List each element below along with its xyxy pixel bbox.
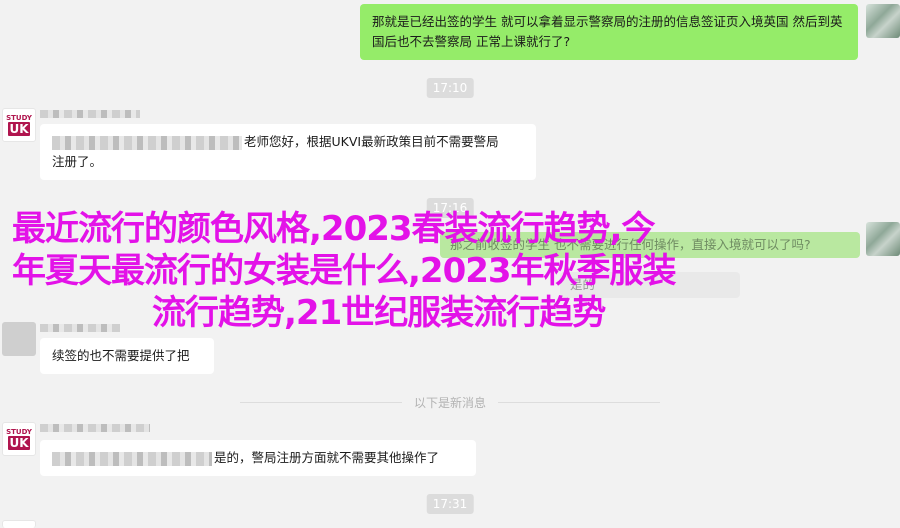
avatar-brand-text: STUDY — [6, 114, 32, 122]
message-bubble-other[interactable]: 是的，警局注册方面就不需要其他操作了 — [40, 440, 476, 476]
divider-line — [498, 401, 661, 403]
message-text-line2: 注册了。 — [52, 154, 103, 169]
overlay-line-3: 流行趋势,21世纪服装流行趋势 — [152, 293, 606, 333]
self-avatar[interactable] — [866, 4, 900, 38]
avatar-brand-mark: UK — [8, 436, 30, 450]
timestamp: 17:10 — [426, 78, 474, 98]
message-text: 是的，警局注册方面就不需要其他操作了 — [214, 450, 440, 465]
message-bubble-self[interactable]: 那就是已经出签的学生 就可以拿着显示警察局的注册的信息签证页入境英国 然后到英国… — [360, 4, 858, 60]
message-text: 那就是已经出签的学生 就可以拿着显示警察局的注册的信息签证页入境英国 然后到英国… — [372, 14, 843, 49]
avatar-brand-mark: UK — [8, 122, 30, 136]
overlay-line-1: 最近流行的颜色风格,2023春装流行趋势,今 — [12, 209, 655, 249]
divider-line — [240, 401, 402, 403]
study-uk-avatar[interactable]: STUDY UK — [2, 422, 36, 456]
message-text: 续签的也不需要提供了把 — [52, 348, 190, 363]
redacted-text — [52, 135, 242, 150]
timestamp: 17:31 — [426, 494, 474, 514]
study-uk-avatar[interactable] — [2, 520, 36, 528]
redacted-name — [40, 424, 150, 432]
message-bubble-other[interactable]: 老师您好，根据UKVI最新政策目前不需要警局 注册了。 — [40, 124, 536, 180]
redacted-name — [40, 110, 140, 118]
new-messages-divider: 以下是新消息 — [240, 394, 661, 410]
study-uk-avatar[interactable]: STUDY UK — [2, 108, 36, 142]
message-text: 老师您好，根据UKVI最新政策目前不需要警局 — [244, 134, 499, 149]
avatar-brand-text: STUDY — [6, 428, 32, 436]
message-bubble-other[interactable]: 续签的也不需要提供了把 — [40, 338, 214, 374]
overlay-line-2: 年夏天最流行的女装是什么,2023年秋季服装 — [12, 251, 677, 291]
redacted-text — [52, 451, 212, 466]
overlay-headline: 最近流行的颜色风格,2023春装流行趋势,今 年夏天最流行的女装是什么,2023… — [0, 208, 900, 334]
divider-label: 以下是新消息 — [414, 395, 487, 410]
